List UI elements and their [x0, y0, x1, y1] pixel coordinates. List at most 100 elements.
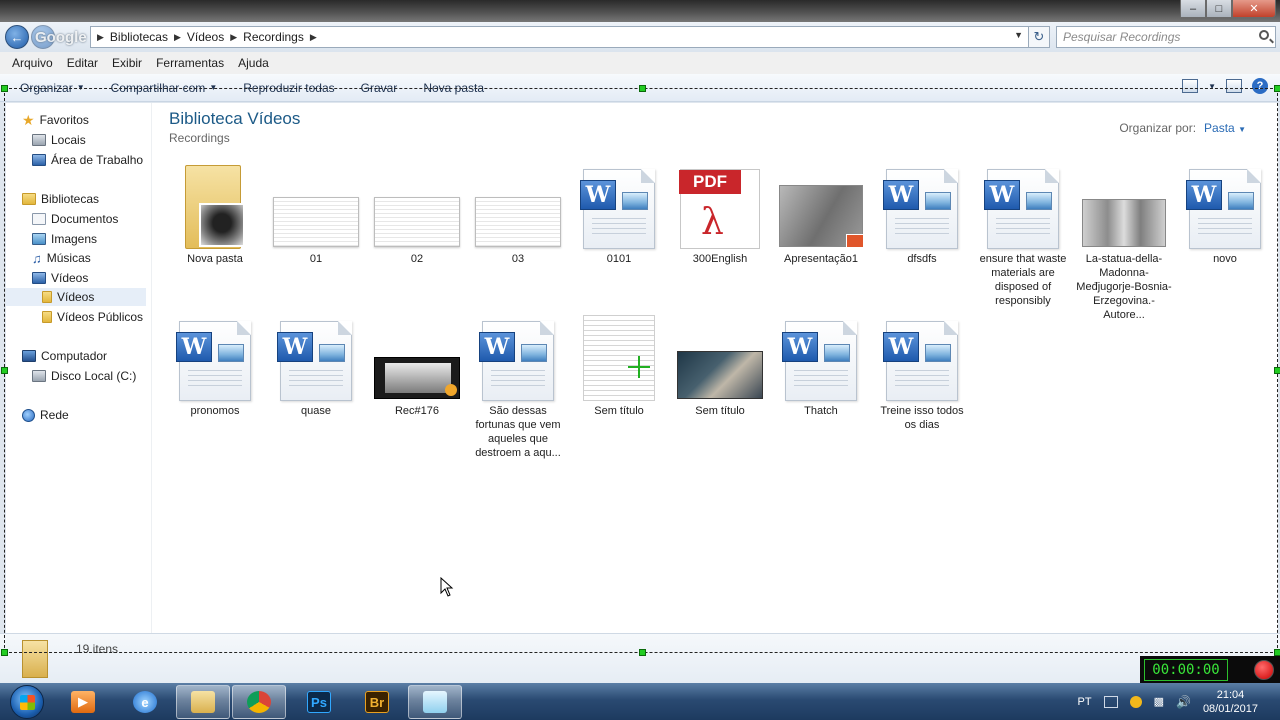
- arrange-value: Pasta: [1204, 121, 1235, 135]
- chevron-down-icon[interactable]: ▼: [1208, 82, 1216, 91]
- nav-item-disco-local[interactable]: Disco Local (C:): [32, 367, 136, 385]
- record-button[interactable]: [1254, 660, 1274, 680]
- share-button[interactable]: Compartilhar com ▼: [111, 81, 218, 95]
- menu-ajuda[interactable]: Ajuda: [238, 56, 269, 70]
- breadcrumb-item-recordings[interactable]: Recordings: [243, 30, 304, 44]
- word-icon: W: [570, 163, 668, 249]
- nav-item-rede[interactable]: Rede: [22, 406, 69, 424]
- refresh-button[interactable]: ↻: [1028, 26, 1050, 48]
- menu-editar[interactable]: Editar: [67, 56, 98, 70]
- folder-icon: [42, 291, 52, 303]
- nav-item-area-trabalho[interactable]: Área de Trabalho: [32, 151, 143, 169]
- screenshot-thumbnail: [368, 163, 466, 249]
- nav-label: Vídeos: [51, 271, 89, 285]
- chevron-right-icon[interactable]: ▶: [230, 32, 237, 43]
- folder-icon: [42, 311, 52, 323]
- menu-exibir[interactable]: Exibir: [112, 56, 142, 70]
- maximize-button[interactable]: □: [1206, 0, 1232, 18]
- watermark-text: Google: [35, 29, 87, 46]
- breadcrumb-item-bibliotecas[interactable]: Bibliotecas: [110, 30, 168, 44]
- clock-time: 21:04: [1216, 688, 1245, 701]
- play-all-button[interactable]: Reproduzir todas: [243, 81, 334, 95]
- star-icon: ★: [22, 112, 35, 128]
- arrange-label: Organizar por:: [1119, 121, 1197, 135]
- file-label: ensure that waste materials are disposed…: [979, 253, 1067, 307]
- window-titlebar: – □ ✕: [0, 0, 1280, 22]
- taskbar-chrome[interactable]: [232, 685, 286, 719]
- video-thumbnail: [772, 163, 870, 249]
- taskbar-file-explorer[interactable]: [176, 685, 230, 719]
- change-view-icon[interactable]: [1182, 79, 1199, 93]
- nav-item-videos[interactable]: Vídeos: [32, 269, 88, 287]
- folder-icon: [166, 163, 264, 249]
- mouse-cursor-icon: [440, 577, 454, 597]
- nav-label: Disco Local (C:): [51, 369, 137, 383]
- breadcrumb[interactable]: ▶ Bibliotecas ▶ Vídeos ▶ Recordings ▶ ▼: [90, 26, 1030, 48]
- signal-icon[interactable]: ▩: [1154, 695, 1164, 708]
- taskbar-photoshop[interactable]: Ps: [292, 685, 346, 719]
- help-icon[interactable]: ?: [1252, 78, 1268, 94]
- nav-item-documentos[interactable]: Documentos: [32, 210, 118, 228]
- chevron-down-icon[interactable]: ▼: [1014, 30, 1023, 40]
- word-icon: W: [873, 163, 971, 249]
- language-indicator[interactable]: PT: [1078, 696, 1092, 708]
- file-label: novo: [1213, 253, 1237, 265]
- nav-buttons: ← → Google: [5, 25, 87, 49]
- close-button[interactable]: ✕: [1232, 0, 1276, 18]
- command-bar: Organizar ▼ Compartilhar com ▼ Reproduzir …: [0, 74, 1280, 102]
- burn-label: Gravar: [360, 80, 398, 95]
- menu-ferramentas[interactable]: Ferramentas: [156, 56, 224, 70]
- volume-icon[interactable]: 🔊: [1176, 695, 1191, 709]
- address-row: ← → Google ▶ Bibliotecas ▶ Vídeos ▶ Reco…: [0, 22, 1280, 52]
- burn-button[interactable]: Gravar: [361, 81, 398, 95]
- system-tray: PT ▩ 🔊 21:04 08/01/2017: [1078, 683, 1280, 720]
- nav-item-locais[interactable]: Locais: [32, 131, 86, 149]
- back-button[interactable]: ←: [5, 25, 29, 49]
- nav-item-computador[interactable]: Computador: [22, 347, 107, 365]
- keyboard-icon[interactable]: [1103, 695, 1118, 708]
- chevron-down-icon: ▼: [1238, 125, 1246, 134]
- breadcrumb-item-videos[interactable]: Vídeos: [187, 30, 224, 44]
- file-label: La-statua-della-Madonna-Međjugorje-Bosni…: [1076, 253, 1172, 321]
- nav-item-videos-publicos[interactable]: Vídeos Públicos: [42, 308, 143, 326]
- preview-pane-icon[interactable]: [1226, 79, 1242, 93]
- start-button[interactable]: [10, 685, 44, 719]
- notification-icon[interactable]: [1129, 695, 1142, 708]
- notepad-icon: [423, 691, 447, 713]
- nav-item-musicas[interactable]: ♫ Músicas: [32, 249, 91, 267]
- chevron-right-icon[interactable]: ▶: [310, 32, 317, 43]
- search-icon[interactable]: [1259, 30, 1269, 40]
- menu-arquivo[interactable]: Arquivo: [12, 56, 53, 70]
- file-label: 02: [410, 253, 424, 265]
- new-folder-button[interactable]: Nova pasta: [423, 81, 484, 95]
- chevron-right-icon[interactable]: ▶: [174, 32, 181, 43]
- nav-item-bibliotecas[interactable]: Bibliotecas: [22, 190, 99, 208]
- taskbar-media-player[interactable]: ▶: [56, 685, 110, 719]
- recent-places-icon: [32, 134, 46, 146]
- chevron-down-icon: ▼: [209, 83, 218, 92]
- library-title: Biblioteca Vídeos: [169, 109, 301, 128]
- nav-item-favoritos[interactable]: ★ Favoritos: [22, 111, 89, 129]
- organize-button[interactable]: Organizar ▼: [20, 81, 85, 95]
- arrange-by: Organizar por: Pasta ▼: [1119, 121, 1246, 135]
- file-label: São dessas fortunas que vem aqueles que …: [475, 405, 561, 459]
- clock-date: 08/01/2017: [1202, 702, 1258, 715]
- word-icon: W: [1176, 163, 1274, 249]
- bridge-icon: Br: [365, 691, 389, 713]
- nav-item-videos-folder[interactable]: Vídeos: [6, 288, 146, 306]
- nav-label: Locais: [51, 133, 86, 147]
- arrange-dropdown[interactable]: Pasta ▼: [1204, 121, 1246, 135]
- status-bar: 19 itens: [0, 633, 1280, 683]
- file-label: pronomos: [190, 405, 240, 417]
- clock[interactable]: 21:04 08/01/2017: [1203, 688, 1258, 716]
- taskbar-bridge[interactable]: Br: [350, 685, 404, 719]
- search-input[interactable]: Pesquisar Recordings: [1056, 26, 1276, 48]
- word-icon: W: [267, 315, 365, 401]
- file-label: Sem título: [594, 405, 644, 417]
- minimize-button[interactable]: –: [1180, 0, 1206, 18]
- nav-item-imagens[interactable]: Imagens: [32, 230, 97, 248]
- chevron-right-icon[interactable]: ▶: [97, 32, 104, 43]
- taskbar-notepad[interactable]: [408, 685, 462, 719]
- word-icon: W: [974, 163, 1072, 249]
- taskbar-internet-explorer[interactable]: e: [118, 685, 172, 719]
